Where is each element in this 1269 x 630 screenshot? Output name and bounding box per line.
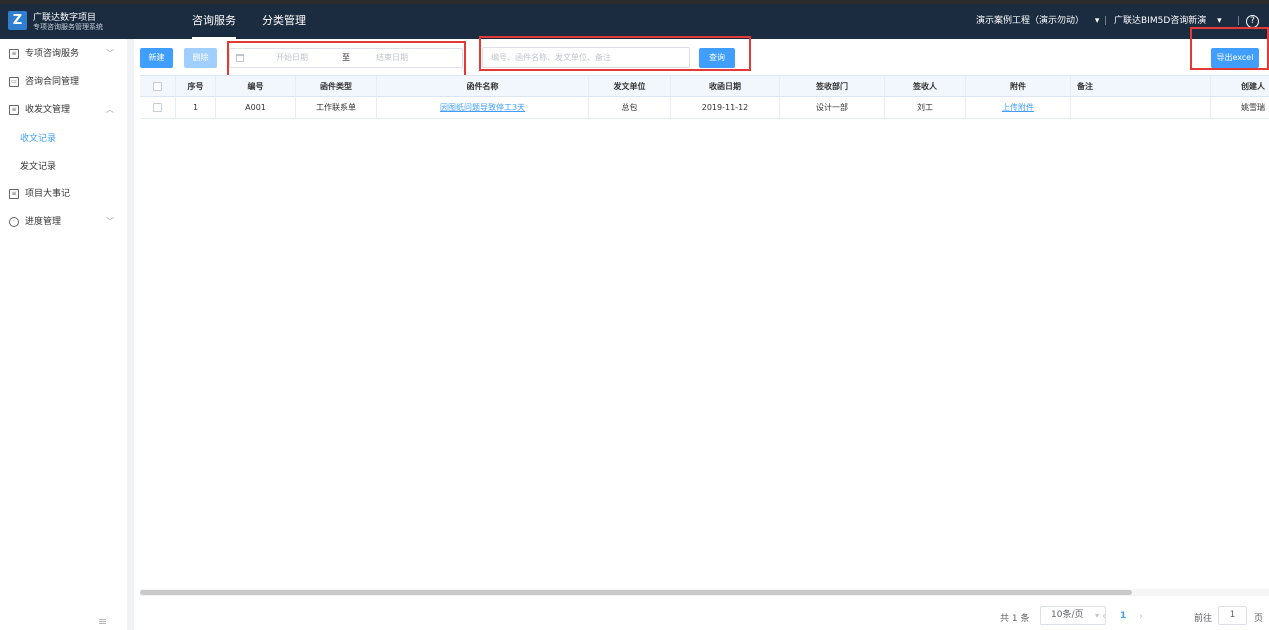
cell-date: 2019-11-12 xyxy=(671,97,780,118)
chevron-down-icon: ﹀ xyxy=(106,49,114,58)
chevron-down-icon: ▾ xyxy=(1094,611,1099,620)
tab-consulting-service[interactable]: 咨询服务 xyxy=(192,4,236,39)
row-checkbox[interactable] xyxy=(153,103,162,112)
next-page-icon[interactable]: › xyxy=(1139,611,1143,622)
clock-icon: · xyxy=(9,217,19,227)
column-header-name[interactable]: 函件名称 xyxy=(377,76,589,96)
page-size-select[interactable]: 10条/页 ▾ xyxy=(1040,606,1106,625)
query-button[interactable]: 查询 xyxy=(699,48,735,68)
column-header-receiver[interactable]: 签收人 xyxy=(885,76,966,96)
scrollbar-thumb[interactable] xyxy=(140,590,1132,595)
sidebar-item-label: 专项咨询服务 xyxy=(25,49,80,59)
sidebar-item-project-events[interactable]: ≡ 项目大事记 xyxy=(0,180,127,208)
column-header-remark[interactable]: 备注 xyxy=(1071,76,1211,96)
upload-attachment-link[interactable]: 上传附件 xyxy=(966,97,1071,118)
app-subtitle: 专项咨询服务管理系统 xyxy=(33,23,103,31)
start-date-input[interactable]: 开始日期 xyxy=(276,49,308,67)
cell-name-link[interactable]: 因图纸问题导致停工3天 xyxy=(377,97,589,118)
header-separator-2: | xyxy=(1237,16,1241,26)
cell-code: A001 xyxy=(216,97,296,118)
cell-sender: 总包 xyxy=(589,97,671,118)
table-header-row: 序号 编号 函件类型 函件名称 发文单位 收函日期 签收部门 签收人 附件 备注… xyxy=(140,75,1269,97)
company-selector[interactable]: 广联达BIM5D咨询新演 ▾ xyxy=(1114,4,1222,39)
chevron-down-icon: ﹀ xyxy=(106,217,114,226)
date-range-picker[interactable]: 开始日期 至 结束日期 xyxy=(229,48,463,68)
cell-creator: 姚雪瑞 xyxy=(1241,103,1265,112)
column-header-attachment[interactable]: 附件 xyxy=(966,76,1071,96)
sidebar-collapse-icon[interactable]: ≡ xyxy=(98,615,107,628)
end-date-input[interactable]: 结束日期 xyxy=(376,49,408,67)
sidebar-item-label: 咨询合同管理 xyxy=(25,77,80,87)
calendar-icon xyxy=(236,54,244,62)
cell-receiver: 刘工 xyxy=(885,97,966,118)
main-panel: 新建 删除 开始日期 至 结束日期 查询 导出excel 序号 编号 函件类型 … xyxy=(134,27,1269,630)
sidebar-item-label: 项目大事记 xyxy=(25,189,71,199)
tab-category-management[interactable]: 分类管理 xyxy=(262,4,306,39)
table-row[interactable]: 1 A001 工作联系单 因图纸问题导致停工3天 总包 2019-11-12 设… xyxy=(140,97,1269,119)
sidebar-item-label: 进度管理 xyxy=(25,217,62,227)
cell-remark xyxy=(1071,97,1211,118)
select-all-checkbox[interactable] xyxy=(153,82,162,91)
sidebar-item-document-management[interactable]: ≡ 收发文管理 ︿ xyxy=(0,96,127,124)
cell-dept: 设计一部 xyxy=(780,97,885,118)
app-logo: Z xyxy=(8,11,27,30)
sidebar-item-label: 收发文管理 xyxy=(25,105,71,115)
company-dropdown-icon: ▾ xyxy=(1217,16,1222,26)
sidebar-item-sent-records[interactable]: 发文记录 xyxy=(20,153,56,181)
header-separator: | xyxy=(1104,16,1108,26)
column-header-type[interactable]: 函件类型 xyxy=(296,76,377,96)
list-icon: ≡ xyxy=(9,49,19,59)
pagination-total: 共 1 条 xyxy=(1000,614,1030,624)
sidebar-item-received-records[interactable]: 收文记录 xyxy=(20,125,56,153)
project-name: 演示案例工程（演示勿动） xyxy=(976,16,1085,26)
page-size-value: 10条/页 xyxy=(1051,610,1084,620)
sidebar-item-progress[interactable]: · 进度管理 ﹀ xyxy=(0,208,127,236)
goto-page-input[interactable]: 1 xyxy=(1218,606,1247,625)
export-excel-button[interactable]: 导出excel xyxy=(1211,48,1259,68)
cell-type: 工作联系单 xyxy=(296,97,377,118)
new-button[interactable]: 新建 xyxy=(140,48,173,68)
current-page-number[interactable]: 1 xyxy=(1120,611,1126,621)
column-header-index[interactable]: 序号 xyxy=(176,76,216,96)
column-header-creator[interactable]: 创建人 xyxy=(1211,76,1269,96)
sidebar-item-contract[interactable]: ▭ 咨询合同管理 xyxy=(0,68,127,96)
column-header-code[interactable]: 编号 xyxy=(216,76,296,96)
project-selector[interactable]: 演示案例工程（演示勿动） ▾ xyxy=(976,4,1099,39)
column-header-dept[interactable]: 签收部门 xyxy=(780,76,885,96)
contract-icon: ▭ xyxy=(9,77,19,87)
chevron-up-icon: ︿ xyxy=(106,105,114,114)
horizontal-scrollbar[interactable] xyxy=(140,589,1269,596)
help-icon[interactable]: ? xyxy=(1246,15,1259,28)
column-header-date[interactable]: 收函日期 xyxy=(671,76,780,96)
prev-page-icon[interactable]: ‹ xyxy=(1102,611,1106,622)
company-name: 广联达BIM5D咨询新演 xyxy=(1114,16,1207,26)
app-header: Z 广联达数字项目 专项咨询服务管理系统 咨询服务 分类管理 演示案例工程（演示… xyxy=(0,4,1269,39)
search-input[interactable] xyxy=(482,47,690,68)
document-icon: ≡ xyxy=(9,105,19,115)
column-header-sender[interactable]: 发文单位 xyxy=(589,76,671,96)
sidebar-gap xyxy=(127,39,134,630)
select-all-cell xyxy=(140,76,176,96)
row-select-cell xyxy=(140,97,176,118)
date-range-separator: 至 xyxy=(342,53,350,62)
project-dropdown-icon: ▾ xyxy=(1094,16,1100,26)
notebook-icon: ≡ xyxy=(9,189,19,199)
sidebar: ≡ 专项咨询服务 ﹀ ▭ 咨询合同管理 ≡ 收发文管理 ︿ 收文记录 发文记录 … xyxy=(0,39,127,630)
delete-button[interactable]: 删除 xyxy=(184,48,217,68)
sidebar-item-consulting[interactable]: ≡ 专项咨询服务 ﹀ xyxy=(0,40,127,68)
page-suffix: 页 xyxy=(1254,614,1264,624)
goto-label: 前往 xyxy=(1194,614,1213,624)
cell-index: 1 xyxy=(176,97,216,118)
